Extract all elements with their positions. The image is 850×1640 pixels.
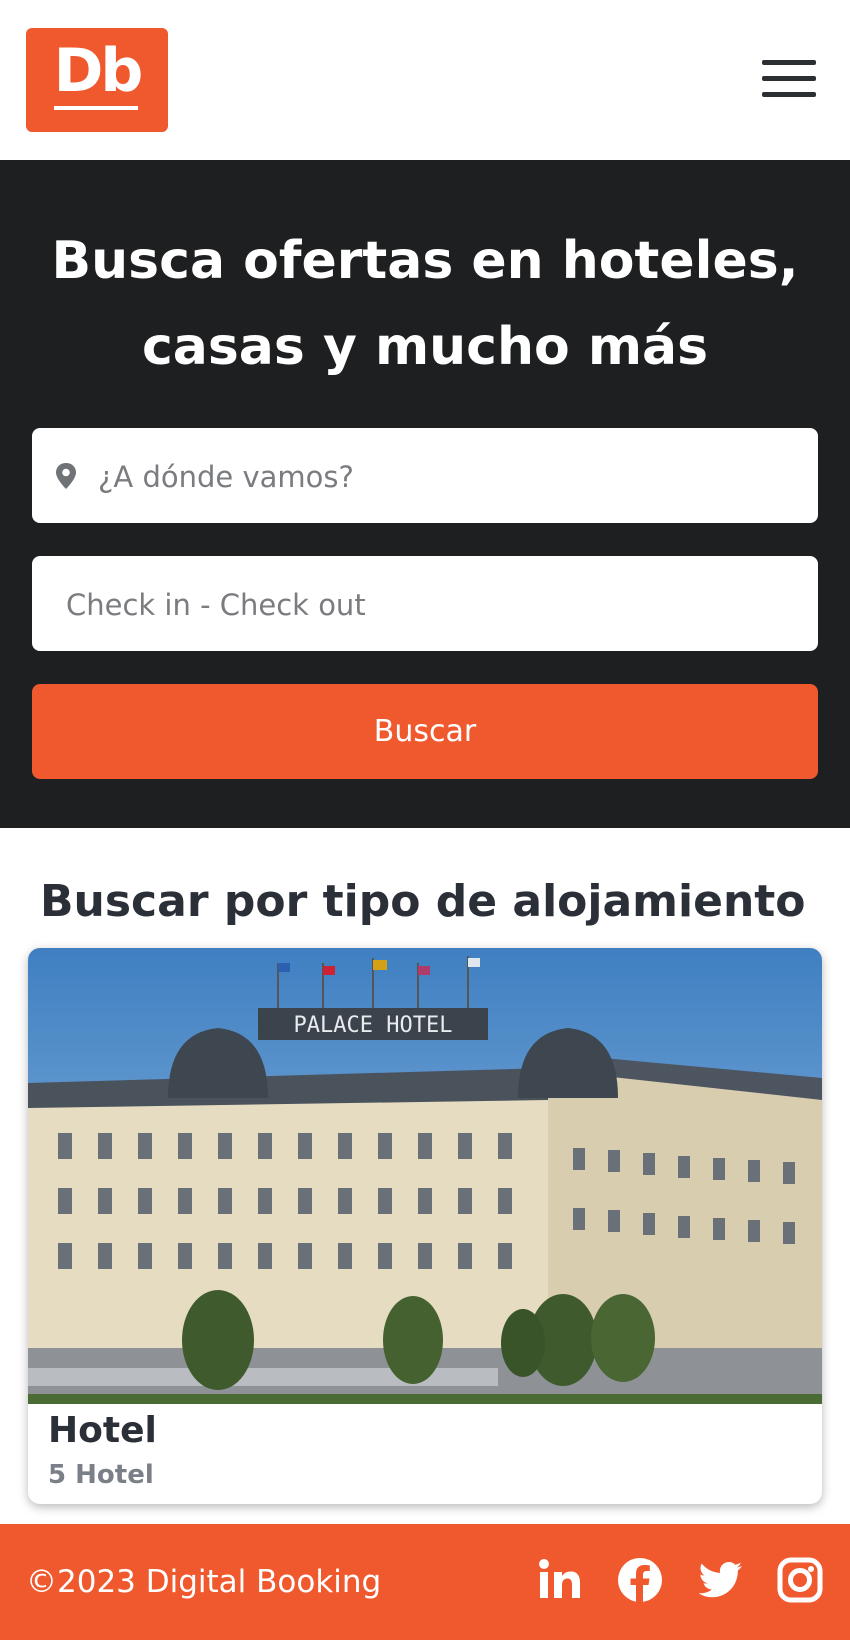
facebook-icon[interactable] [616,1556,664,1604]
hero-title: Busca ofertas en hoteles, casas y mucho … [40,218,810,390]
card-count: 5 Hotel [48,1460,154,1490]
hotel-image: PALACE HOTEL [28,948,822,1404]
hero-title-line-2: casas y mucho más [141,317,709,377]
category-card-hotel[interactable]: PALACE HOTEL Hotel 5 Hotel [28,948,822,1504]
search-button[interactable]: Buscar [32,684,818,779]
logo[interactable]: Db [26,28,168,132]
card-title: Hotel [48,1410,157,1451]
logo-underline [54,106,138,110]
linkedin-icon[interactable] [536,1556,584,1604]
site-footer: ©2023 Digital Booking [0,1524,850,1640]
date-range-placeholder: Check in - Check out [66,588,366,622]
copyright-text: ©2023 Digital Booking [26,1564,382,1600]
section-title: Buscar por tipo de alojamiento [40,876,806,927]
hotel-image-sign: PALACE HOTEL [294,1013,453,1038]
destination-placeholder: ¿A dónde vamos? [98,460,354,494]
location-pin-icon [56,463,76,489]
search-hero: Busca ofertas en hoteles, casas y mucho … [0,160,850,828]
hamburger-menu-icon[interactable] [752,58,816,104]
twitter-icon[interactable] [696,1556,744,1604]
instagram-icon[interactable] [776,1556,824,1604]
site-header: Db [0,0,850,160]
hero-title-line-1: Busca ofertas en hoteles, [51,231,799,291]
date-range-input[interactable]: Check in - Check out [32,556,818,651]
logo-text: Db [53,36,144,106]
destination-input[interactable]: ¿A dónde vamos? [32,428,818,523]
